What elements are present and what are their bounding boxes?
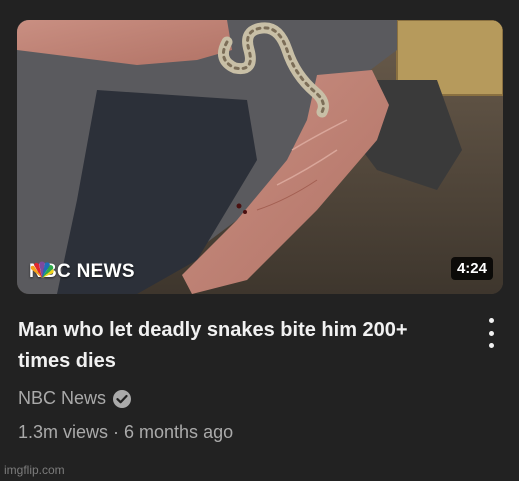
nbc-peacock-icon [30, 261, 54, 278]
video-meta: 1.3m views · 6 months ago [18, 422, 234, 442]
channel-name[interactable]: NBC News [18, 388, 106, 409]
menu-dot [488, 343, 494, 348]
video-thumbnail[interactable]: NBC NEWS 4:24 [17, 20, 503, 294]
nbc-news-logo: NBC NEWS [29, 261, 135, 283]
verified-check-icon [113, 389, 132, 408]
menu-dot [488, 318, 494, 323]
thumbnail-image [17, 20, 503, 294]
imgflip-watermark: imgflip.com [4, 463, 65, 477]
duration-badge: 4:24 [450, 257, 493, 280]
video-card[interactable]: NBC NEWS 4:24 Man who let deadly snakes … [0, 0, 519, 481]
menu-dot [488, 330, 494, 336]
channel-row: NBC News [18, 388, 132, 409]
video-title[interactable]: Man who let deadly snakes bite him 200+ … [18, 315, 438, 377]
more-vert-icon[interactable] [480, 318, 502, 348]
